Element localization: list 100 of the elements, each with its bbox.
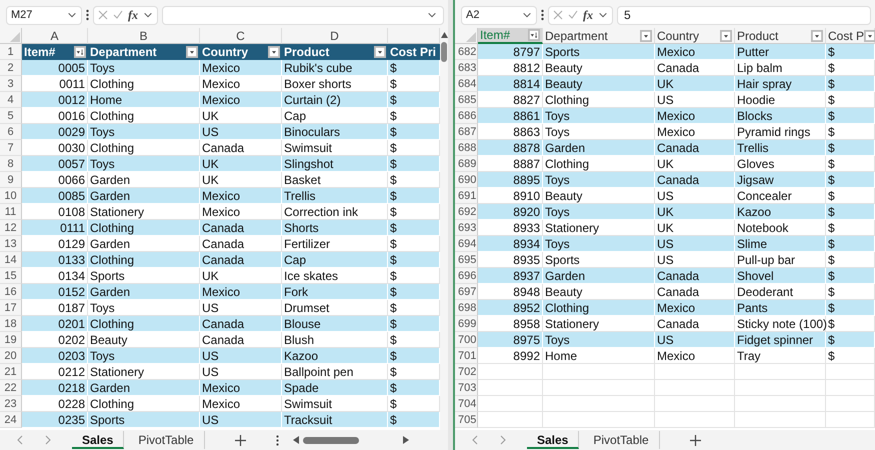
table-cell: 0152	[22, 284, 88, 300]
column-header[interactable]: Department	[543, 28, 655, 44]
sheet-tab[interactable]: PivotTable	[128, 431, 205, 449]
row-number[interactable]: 696	[455, 268, 478, 284]
row-number[interactable]: 2	[0, 60, 22, 76]
table-cell: Canada	[655, 268, 735, 284]
table-cell: US	[200, 124, 282, 140]
table-cell: 0057	[22, 156, 88, 172]
column-header[interactable]: Cost Pri	[388, 44, 440, 60]
row-number[interactable]: 6	[0, 124, 22, 140]
row-number[interactable]: 694	[455, 236, 478, 252]
row-number[interactable]: 23	[0, 396, 22, 412]
row-number[interactable]: 22	[0, 380, 22, 396]
row-number[interactable]: 15	[0, 268, 22, 284]
row-number[interactable]: 700	[455, 332, 478, 348]
row-number[interactable]: 18	[0, 316, 22, 332]
row-number[interactable]: 705	[455, 412, 478, 428]
row-number[interactable]: 693	[455, 220, 478, 236]
header-label: Department	[545, 28, 608, 42]
table-cell: 0029	[22, 124, 88, 140]
row-number[interactable]: 16	[0, 284, 22, 300]
row-number[interactable]: 8	[0, 156, 22, 172]
header-label: Item#	[480, 28, 510, 42]
row-number[interactable]: 685	[455, 92, 478, 108]
row-number[interactable]: 7	[0, 140, 22, 156]
table-cell: 8814	[478, 76, 543, 92]
row-number[interactable]: 12	[0, 220, 22, 236]
row-number[interactable]: 19	[0, 332, 22, 348]
row-number[interactable]: 690	[455, 172, 478, 188]
table-cell: Slime	[735, 236, 826, 252]
table-cell: Shorts	[282, 220, 388, 236]
column-header[interactable]: Item#	[478, 28, 543, 44]
row-number[interactable]: 701	[455, 348, 478, 364]
row-number[interactable]: 24	[0, 412, 22, 428]
table-cell: Shovel	[735, 268, 826, 284]
table-cell: Jigsaw	[735, 172, 826, 188]
table-cell: $	[826, 172, 875, 188]
row-number[interactable]: 689	[455, 156, 478, 172]
row-number[interactable]: 699	[455, 316, 478, 332]
row-number[interactable]: 687	[455, 124, 478, 140]
header-label: Product	[284, 45, 330, 59]
table-cell: 8861	[478, 108, 543, 124]
row-number[interactable]: 686	[455, 108, 478, 124]
row-number[interactable]: 697	[455, 284, 478, 300]
row-number[interactable]: 10	[0, 188, 22, 204]
row-number[interactable]: 14	[0, 252, 22, 268]
row-number[interactable]: 4	[0, 92, 22, 108]
column-header[interactable]: Country	[655, 28, 735, 44]
table-cell: Mexico	[655, 348, 735, 364]
table-cell: 8934	[478, 236, 543, 252]
column-header[interactable]: Product	[282, 44, 388, 60]
row-number[interactable]: 11	[0, 204, 22, 220]
row-number[interactable]: 21	[0, 364, 22, 380]
row-number[interactable]: 698	[455, 300, 478, 316]
name-box[interactable]: M27	[6, 6, 82, 24]
insert-function-button[interactable]: fx	[583, 8, 593, 22]
column-letter[interactable]: D	[282, 28, 388, 44]
column-letter[interactable]: B	[88, 28, 200, 44]
column-letter[interactable]: C	[200, 28, 282, 44]
row-number[interactable]: 702	[455, 364, 478, 380]
row-number[interactable]: 13	[0, 236, 22, 252]
row-number[interactable]: 688	[455, 140, 478, 156]
row-number[interactable]: 20	[0, 348, 22, 364]
row-number[interactable]: 682	[455, 44, 478, 60]
table-cell: Trellis	[735, 140, 826, 156]
table-cell: Mexico	[200, 92, 282, 108]
row-number[interactable]: 703	[455, 380, 478, 396]
sheet-tab[interactable]: Sales	[527, 431, 580, 449]
column-header[interactable]: Country	[200, 44, 282, 60]
row-number[interactable]: 1	[0, 44, 22, 60]
row-number[interactable]: 704	[455, 396, 478, 412]
column-header[interactable]: Cost P	[826, 28, 875, 44]
row-number[interactable]: 692	[455, 204, 478, 220]
row-number[interactable]: 695	[455, 252, 478, 268]
row-number[interactable]: 684	[455, 76, 478, 92]
table-cell: $	[388, 124, 440, 140]
table-cell: 0111	[22, 220, 88, 236]
formula-bar[interactable]: 5	[617, 6, 871, 24]
table-cell: Canada	[655, 140, 735, 156]
row-number[interactable]: 5	[0, 108, 22, 124]
sheet-tab[interactable]: PivotTable	[583, 431, 660, 449]
column-header[interactable]: Product	[735, 28, 826, 44]
table-cell: Mexico	[655, 44, 735, 60]
row-number[interactable]: 691	[455, 188, 478, 204]
table-cell: $	[388, 156, 440, 172]
table-cell: Tray	[735, 348, 826, 364]
row-number[interactable]: 3	[0, 76, 22, 92]
row-number[interactable]: 17	[0, 300, 22, 316]
row-number[interactable]: 9	[0, 172, 22, 188]
name-box[interactable]: A2	[461, 6, 537, 24]
table-cell: $	[388, 60, 440, 76]
table-cell: Garden	[88, 188, 200, 204]
column-header[interactable]: Item#	[22, 44, 88, 60]
table-cell: 0012	[22, 92, 88, 108]
insert-function-button[interactable]: fx	[128, 8, 138, 22]
row-number[interactable]: 683	[455, 60, 478, 76]
column-header[interactable]: Department	[88, 44, 200, 60]
table-cell: Toys	[543, 108, 655, 124]
column-letter[interactable]: A	[22, 28, 88, 44]
sheet-tab[interactable]: Sales	[72, 431, 124, 449]
